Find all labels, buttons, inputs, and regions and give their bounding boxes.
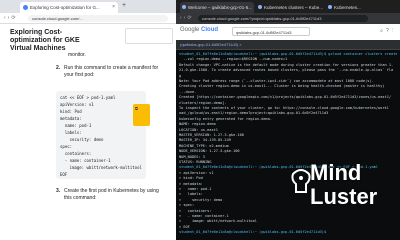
step-3-number: 3.: [56, 188, 61, 194]
cloud-header: Google Cloud qwiklabs-gcp-01-6d5f2e4711d…: [176, 24, 400, 40]
terminal-line: Creating cluster region-demo in us-east1…: [179, 84, 385, 89]
terminal-line: student_01_6d7fe0e11c8a@cloudshell:~ (qw…: [179, 52, 397, 56]
copy-button[interactable]: ⧉: [133, 104, 150, 126]
lab-content: Exploring Cost- optimization for GKE Vir…: [0, 24, 176, 240]
right-url-field[interactable]: console.cloud.google.com/?project=qwikla…: [198, 15, 368, 22]
terminal-line: Created [https://container.googleapis.co…: [179, 95, 392, 100]
close-icon[interactable]: ×: [112, 4, 115, 10]
left-browser-tab[interactable]: Exploring Cost-optimization for G... ×: [20, 2, 118, 13]
more-icon[interactable]: ⋮: [392, 28, 396, 34]
step-2: 2. Run this command to create a manifest …: [56, 65, 158, 79]
tab-favicon-icon: [258, 5, 262, 9]
cloud-shell-tab-bar: (qwiklabs-gcp-01-6d5f2e4711d3) ×: [176, 40, 400, 50]
nav-arrows-icon[interactable]: ‹›⟳: [180, 15, 194, 21]
left-address-bar: ‹›⟳ console.cloud.google.com/...: [0, 13, 176, 24]
header-icons: ⌕?⋮: [380, 28, 396, 34]
left-tab-bar: Exploring Cost-optimization for G... × +: [0, 0, 176, 17]
tab-label: Kubernetes clusters – Kube...: [264, 5, 324, 10]
project-selector[interactable]: qwiklabs-gcp-01-6d5f2e4711d3: [232, 27, 310, 36]
watermark-line-2: Luster: [310, 184, 378, 209]
watermark-line-1: Mind: [310, 160, 362, 185]
right-address-bar: ‹›⟳ console.cloud.google.com/?project=qw…: [176, 13, 400, 24]
brain-logo-icon: [291, 169, 311, 193]
browser-tab[interactable]: Kubernetes clusters – Kube...: [256, 2, 324, 13]
left-tab-title: Exploring Cost-optimization for G...: [30, 5, 100, 10]
terminal-line: Note: Your Pod address range (`--cluster…: [179, 79, 374, 83]
tab-favicon-icon: [328, 5, 332, 9]
tab-label: Welcome – qwiklabs-gcp-01-6...: [188, 5, 252, 10]
browser-tab[interactable]: Welcome – qwiklabs-gcp-01-6...: [180, 2, 254, 13]
terminal-line: clusters/region-demo].: [179, 100, 227, 105]
tab-favicon-icon: [23, 5, 28, 10]
terminal-line: Default change: VPC-native is the defaul…: [179, 62, 394, 67]
new-tab-icon[interactable]: +: [122, 2, 126, 9]
terminal-line: kubeconfig entry generated for region-de…: [179, 116, 273, 121]
step-2-text-1: Run this command to create a manifest fo…: [64, 65, 159, 71]
google-cloud-logo[interactable]: Google Cloud: [180, 27, 218, 33]
code-line: spec:: [60, 144, 73, 149]
lab-meta-card: [125, 28, 173, 44]
terminal-line: LOCATION: us-east1: [179, 127, 218, 132]
monitor-text: monitor.: [68, 52, 86, 58]
code-line: labels:: [60, 130, 82, 135]
step-3: 3. Create the first pod in Kubernetes by …: [56, 188, 159, 202]
title-line-2: optimization for GKE: [10, 37, 80, 44]
logo-suffix: Cloud: [201, 27, 219, 33]
left-url-field[interactable]: console.cloud.google.com/...: [28, 15, 168, 22]
step-3-text-1: Create the first pod in Kubernetes by us…: [64, 188, 159, 194]
terminal-line: student_01_6d7fe0e11c8a@cloudshell:~ (qw…: [179, 230, 327, 235]
tab-label: Kubernetes...: [334, 5, 361, 10]
right-tab-bar: Welcome – qwiklabs-gcp-01-6... Kubernetes…: [176, 0, 400, 13]
terminal-line: MACHINE_TYPE: e2-medium: [179, 143, 229, 148]
step-2-number: 2.: [56, 65, 61, 71]
code-line: name: pod-1: [60, 123, 92, 128]
code-line: security: demo: [60, 137, 104, 142]
terminal-line: MASTER_IP: 34.139.85.249: [179, 138, 231, 143]
tab-favicon-icon: [182, 5, 186, 9]
code-line: EOF: [60, 172, 68, 177]
terminal-line: --zul region-demo --region=$REGION --num…: [179, 57, 288, 62]
terminal-line: NODE_VERSION: 1.27.3-gke.100: [179, 149, 240, 154]
terminal-line: To inspect the contents of your cluster,…: [179, 106, 389, 110]
code-line: image: wbitt/network-multitool: [60, 165, 142, 170]
code-line: containers:: [60, 151, 92, 156]
browser-tab[interactable]: Kubernetes...: [326, 2, 386, 13]
title-line-3: Virtual Machines: [10, 45, 66, 52]
logo-prefix: Google: [180, 27, 200, 33]
code-line: metadata:: [60, 116, 82, 121]
terminal-line: g: [179, 73, 182, 78]
code-line: cat << EOF > pod-1.yaml: [60, 95, 116, 100]
terminal-line: 21.0-gke.1500. To create advanced routes…: [179, 68, 394, 73]
terminal-line: NAME: region-demo: [179, 122, 216, 127]
page-title: Exploring Cost- optimization for GKE Vir…: [10, 29, 120, 53]
nav-arrows-icon[interactable]: ‹›⟳: [4, 15, 18, 21]
terminal-line: ...done.: [179, 89, 197, 94]
code-line: kind: Pod: [60, 109, 82, 114]
step-3-text-2: this command:: [64, 195, 97, 201]
terminal-tab[interactable]: (qwiklabs-gcp-01-6d5f2e4711d3) ×: [180, 42, 242, 47]
code-line: apiVersion: v1: [60, 102, 94, 107]
step-2-text-2: your first pod:: [64, 72, 95, 78]
terminal-line: MASTER_VERSION: 1.27.3-gke.100: [179, 133, 244, 137]
mind-luster-watermark: Mind Luster: [290, 158, 396, 230]
lab-instructions-window: Exploring Cost-optimization for G... × +…: [0, 0, 176, 240]
terminal-line: oad_/gcloud/us-east1/region-demo?project…: [179, 111, 329, 116]
code-line: - name: container-1: [60, 158, 111, 163]
title-line-1: Exploring Cost-: [10, 29, 63, 36]
